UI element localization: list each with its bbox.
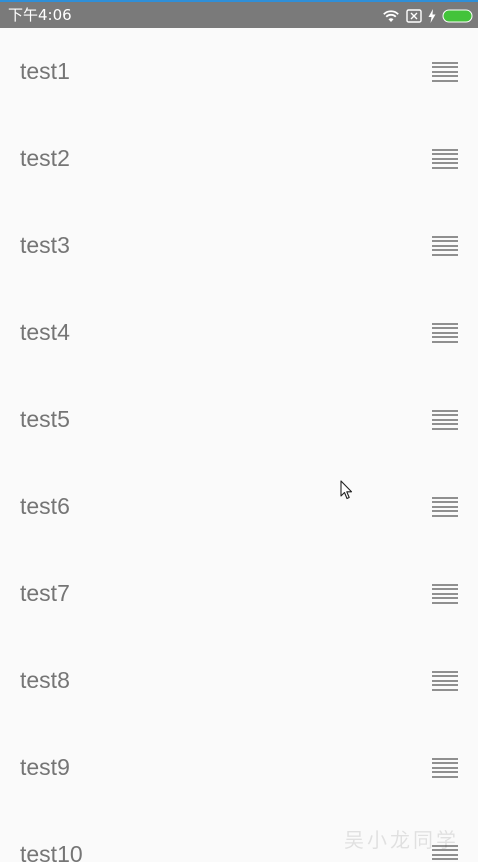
list-item-label: test4 bbox=[20, 319, 70, 345]
drag-handle-icon[interactable] bbox=[432, 583, 458, 604]
watermark: 吴小龙同学 bbox=[344, 828, 459, 852]
wifi-icon bbox=[382, 9, 400, 23]
list-item[interactable]: test1 bbox=[0, 28, 478, 115]
mouse-pointer-icon bbox=[340, 480, 354, 504]
list-item[interactable]: test4 bbox=[0, 289, 478, 376]
draggable-list: test1 test2 test3 test4 test5 test6 test… bbox=[0, 28, 478, 862]
list-item-label: test3 bbox=[20, 232, 70, 258]
status-time: 下午4:06 bbox=[8, 6, 72, 24]
drag-handle-icon[interactable] bbox=[432, 61, 458, 82]
list-item[interactable]: test5 bbox=[0, 376, 478, 463]
drag-handle-icon[interactable] bbox=[432, 235, 458, 256]
list-item-label: test10 bbox=[20, 841, 83, 862]
battery-icon bbox=[442, 9, 474, 23]
drag-handle-icon[interactable] bbox=[432, 322, 458, 343]
list-item[interactable]: test2 bbox=[0, 115, 478, 202]
list-item-label: test2 bbox=[20, 145, 70, 171]
list-item-label: test1 bbox=[20, 58, 70, 84]
charging-bolt-icon bbox=[428, 9, 436, 23]
list-item[interactable]: test7 bbox=[0, 550, 478, 637]
list-item-label: test5 bbox=[20, 406, 70, 432]
app-screen: 下午4:06 test1 test2 test3 test4 test5 tes… bbox=[0, 0, 478, 862]
list-item-label: test6 bbox=[20, 493, 70, 519]
list-item[interactable]: test6 bbox=[0, 463, 478, 550]
list-item[interactable]: test3 bbox=[0, 202, 478, 289]
status-icons bbox=[382, 6, 474, 26]
list-item-label: test9 bbox=[20, 754, 70, 780]
sim-x-icon bbox=[406, 9, 422, 23]
list-item[interactable]: test9 bbox=[0, 724, 478, 811]
status-bar: 下午4:06 bbox=[0, 0, 478, 28]
drag-handle-icon[interactable] bbox=[432, 496, 458, 517]
drag-handle-icon[interactable] bbox=[432, 670, 458, 691]
list-item[interactable]: test8 bbox=[0, 637, 478, 724]
drag-handle-icon[interactable] bbox=[432, 148, 458, 169]
list-item-label: test8 bbox=[20, 667, 70, 693]
drag-handle-icon[interactable] bbox=[432, 409, 458, 430]
drag-handle-icon[interactable] bbox=[432, 757, 458, 778]
list-item-label: test7 bbox=[20, 580, 70, 606]
